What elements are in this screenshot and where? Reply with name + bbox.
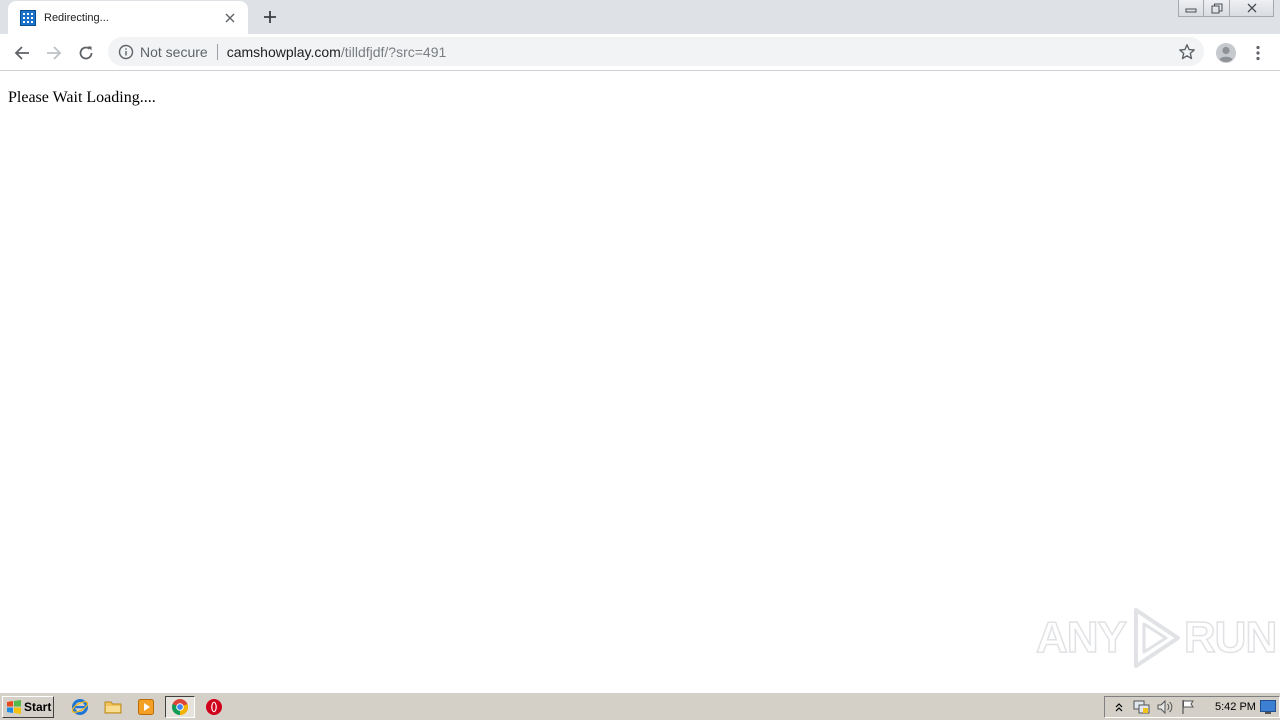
show-desktop-icon[interactable] [1260, 700, 1276, 714]
grid-favicon-icon [20, 9, 36, 26]
restore-icon [1211, 3, 1222, 13]
browser-tab[interactable]: Redirecting... [8, 1, 248, 34]
taskbar: Start 5:42 PM [0, 692, 1280, 720]
avatar-icon [1216, 43, 1236, 63]
action-center-tray-button[interactable] [1179, 698, 1197, 716]
arrow-right-icon [47, 46, 62, 60]
tab-title: Redirecting... [44, 11, 109, 24]
speaker-icon [1157, 699, 1173, 715]
opera-taskbar-button[interactable] [203, 697, 225, 717]
minimize-button[interactable] [1178, 0, 1204, 17]
media-player-taskbar-button[interactable] [135, 697, 157, 717]
page-content: Please Wait Loading.... [0, 72, 1280, 691]
taskbar-clock[interactable]: 5:42 PM [1215, 701, 1256, 713]
info-icon[interactable] [118, 44, 134, 60]
system-tray: 5:42 PM [1104, 696, 1280, 718]
ie-icon [71, 699, 89, 715]
reload-button[interactable] [72, 39, 100, 67]
address-bar[interactable]: Not secure camshowplay.com /tilldfjdf/?s… [108, 37, 1204, 66]
play-logo-icon [1133, 608, 1180, 668]
window-controls [1178, 0, 1274, 18]
reload-icon [79, 46, 93, 60]
forward-button[interactable] [40, 39, 68, 67]
url-host[interactable]: camshowplay.com [227, 44, 341, 60]
security-label[interactable]: Not secure [140, 44, 208, 60]
network-icon [1133, 700, 1150, 714]
omnibox-separator [216, 43, 218, 60]
chevron-up-icon [1115, 703, 1123, 712]
new-tab-button[interactable] [258, 5, 282, 29]
network-tray-button[interactable] [1133, 698, 1151, 716]
volume-tray-button[interactable] [1156, 698, 1174, 716]
tab-strip: Redirecting... [0, 0, 1280, 34]
back-button[interactable] [8, 39, 36, 67]
show-hidden-icons-button[interactable] [1110, 698, 1128, 716]
start-button[interactable]: Start [2, 696, 54, 718]
media-player-icon [138, 699, 154, 715]
star-icon[interactable] [1178, 43, 1196, 61]
arrow-left-icon [14, 46, 29, 60]
watermark-text-right: RUN [1183, 612, 1278, 663]
chrome-icon [172, 699, 188, 715]
browser-menu-button[interactable] [1248, 40, 1268, 66]
close-icon [1247, 3, 1256, 13]
plus-icon [264, 11, 276, 23]
restore-button[interactable] [1204, 0, 1230, 17]
minimize-icon [1185, 8, 1197, 13]
windows-logo-icon [7, 700, 21, 714]
close-window-button[interactable] [1230, 0, 1274, 17]
chrome-taskbar-button[interactable] [165, 696, 195, 718]
close-tab-icon[interactable] [222, 10, 238, 26]
loading-message: Please Wait Loading.... [8, 89, 156, 106]
folder-icon [104, 701, 122, 714]
profile-button[interactable] [1213, 40, 1239, 66]
watermark-text-left: ANY [1035, 612, 1127, 663]
url-path[interactable]: /tilldfjdf/?src=491 [341, 44, 446, 60]
flag-icon [1182, 700, 1194, 714]
explorer-taskbar-button[interactable] [102, 697, 124, 717]
browser-toolbar: Not secure camshowplay.com /tilldfjdf/?s… [0, 34, 1280, 71]
opera-icon [206, 699, 222, 715]
kebab-menu-icon [1256, 45, 1260, 61]
anyrun-watermark: ANY RUN [1035, 606, 1278, 670]
ie-taskbar-button[interactable] [69, 697, 91, 717]
start-label: Start [24, 700, 52, 714]
